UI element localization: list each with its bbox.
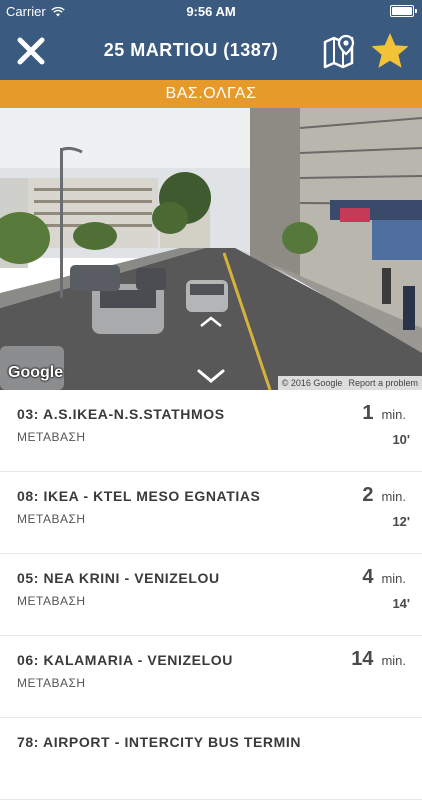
- eta-minutes: 4: [362, 566, 374, 588]
- stop-name-banner: ΒΑΣ.ΟΛΓΑΣ: [0, 80, 422, 108]
- street-view-image: [0, 108, 422, 390]
- eta-unit: min.: [381, 653, 406, 668]
- page-title: 25 MARTIOU (1387): [103, 40, 279, 60]
- nav-bar: 25 MARTIOU (1387): [0, 22, 422, 80]
- eta-minutes: 2: [362, 484, 374, 506]
- eta: 1 min.: [362, 402, 406, 425]
- map-attribution: © 2016 Google Report a problem: [277, 376, 422, 390]
- chevron-down-icon[interactable]: [196, 368, 226, 384]
- chevron-up-icon[interactable]: [199, 316, 223, 328]
- eta-unit: min.: [381, 489, 406, 504]
- route-status: ΜΕΤΑΒΑΣΗ: [17, 430, 86, 444]
- route-name: 06: KALAMARIA - VENIZELOU: [17, 652, 233, 668]
- route-name: 08: IKEA - KTEL MESO EGNATIAS: [17, 488, 261, 504]
- route-name: 05: NEA KRINI - VENIZELOU: [17, 570, 220, 586]
- list-item[interactable]: 05: NEA KRINI - VENIZELOU ΜΕΤΑΒΑΣΗ 4 min…: [0, 554, 422, 636]
- scheduled-minutes: 14': [392, 596, 410, 611]
- eta-unit: min.: [381, 571, 406, 586]
- eta-minutes: 1: [362, 402, 374, 424]
- eta-minutes: 14: [351, 648, 374, 670]
- eta: 14 min.: [351, 648, 406, 671]
- eta: 4 min.: [362, 566, 406, 589]
- report-problem-link[interactable]: Report a problem: [348, 378, 418, 388]
- route-name: 03: A.S.IKEA-N.S.STATHMOS: [17, 406, 225, 422]
- list-item[interactable]: 78: AIRPORT - INTERCITY BUS TERMIN: [0, 718, 422, 800]
- route-status: ΜΕΤΑΒΑΣΗ: [17, 594, 86, 608]
- scheduled-minutes: 10': [392, 432, 410, 447]
- scheduled-minutes: 12': [392, 514, 410, 529]
- street-view-panorama[interactable]: Google © 2016 Google Report a problem: [0, 108, 422, 390]
- star-icon[interactable]: [370, 31, 410, 71]
- arrivals-list: 03: A.S.IKEA-N.S.STATHMOS ΜΕΤΑΒΑΣΗ 1 min…: [0, 390, 422, 800]
- eta: 2 min.: [362, 484, 406, 507]
- route-status: ΜΕΤΑΒΑΣΗ: [17, 676, 86, 690]
- list-item[interactable]: 06: KALAMARIA - VENIZELOU ΜΕΤΑΒΑΣΗ 14 mi…: [0, 636, 422, 718]
- status-time: 9:56 AM: [186, 4, 236, 19]
- google-logo: Google: [8, 364, 64, 381]
- close-icon[interactable]: [14, 34, 48, 68]
- eta-unit: min.: [381, 407, 406, 422]
- list-item[interactable]: 03: A.S.IKEA-N.S.STATHMOS ΜΕΤΑΒΑΣΗ 1 min…: [0, 390, 422, 472]
- map-pin-icon[interactable]: [322, 33, 358, 69]
- list-item[interactable]: 08: IKEA - KTEL MESO EGNATIAS ΜΕΤΑΒΑΣΗ 2…: [0, 472, 422, 554]
- battery-icon: [390, 5, 417, 17]
- copyright-text: © 2016 Google: [281, 378, 343, 388]
- status-bar: Carrier 9:56 AM: [0, 0, 422, 22]
- route-name: 78: AIRPORT - INTERCITY BUS TERMIN: [17, 734, 302, 750]
- route-status: ΜΕΤΑΒΑΣΗ: [17, 512, 86, 526]
